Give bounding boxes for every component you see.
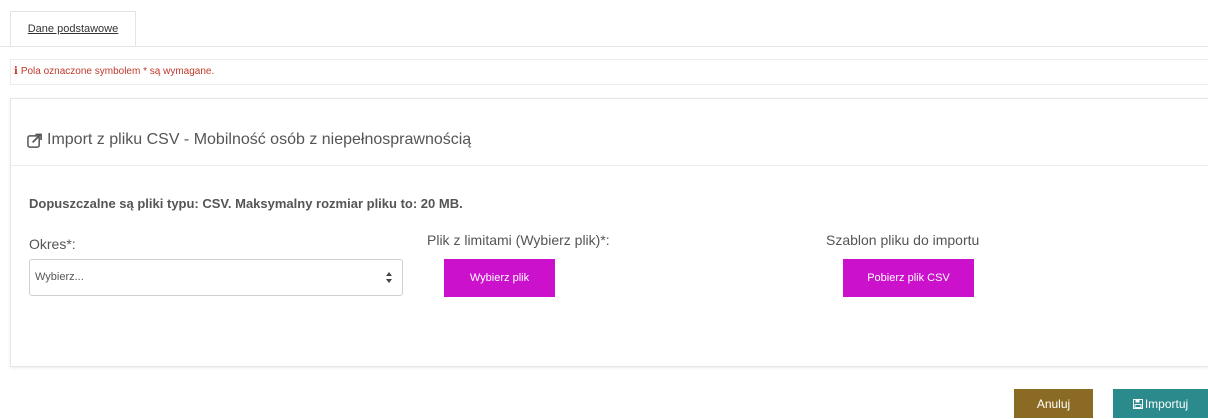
import-panel: Import z pliku CSV - Mobilność osób z ni…	[10, 98, 1208, 367]
panel-title-text: Import z pliku CSV - Mobilność osób z ni…	[47, 131, 472, 148]
okres-select[interactable]: Wybierz...	[29, 259, 403, 296]
okres-select-value: Wybierz...	[35, 271, 84, 283]
import-button[interactable]: Importuj	[1113, 389, 1208, 418]
external-link-icon	[27, 133, 42, 148]
file-restrictions-text: Dopuszczalne są pliki typu: CSV. Maksyma…	[29, 196, 463, 211]
required-fields-note: i Pola oznaczone symbolem * są wymagane.	[10, 59, 1208, 85]
download-csv-button[interactable]: Pobierz plik CSV	[843, 259, 974, 297]
szablon-label: Szablon pliku do importu	[826, 232, 980, 248]
panel-heading: Import z pliku CSV - Mobilność osób z ni…	[11, 99, 1208, 166]
info-icon: i	[14, 66, 18, 77]
okres-label: Okres*:	[29, 236, 76, 252]
cancel-button[interactable]: Anuluj	[1014, 389, 1093, 418]
required-fields-text: Pola oznaczone symbolem * są wymagane.	[20, 66, 215, 77]
panel-title: Import z pliku CSV - Mobilność osób z ni…	[27, 131, 471, 149]
plik-label: Plik z limitami (Wybierz plik)*:	[427, 232, 610, 248]
floppy-disk-icon	[1132, 399, 1143, 409]
import-label: Importuj	[1144, 397, 1189, 411]
choose-file-button[interactable]: Wybierz plik	[444, 259, 555, 297]
sort-caret-icon	[386, 272, 392, 283]
tab-bar: Dane podstawowe	[0, 0, 1208, 47]
tab-label: Dane podstawowe	[27, 23, 119, 35]
tab-dane-podstawowe[interactable]: Dane podstawowe	[10, 11, 136, 46]
